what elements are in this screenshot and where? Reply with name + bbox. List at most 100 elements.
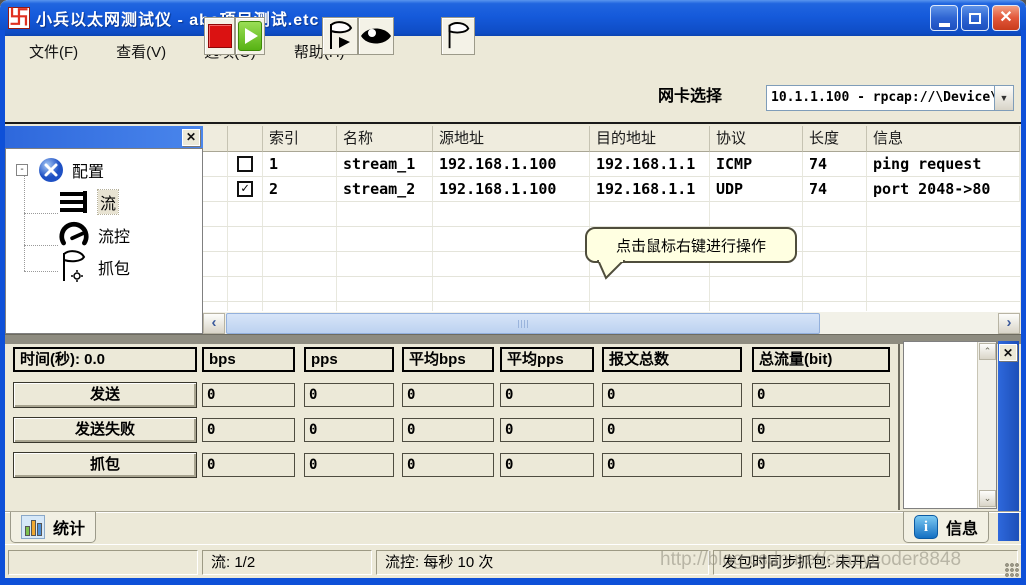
tree-node-flow-control[interactable]: 流控	[58, 221, 130, 248]
resize-grip[interactable]	[1005, 563, 1019, 577]
config-panel-titlebar: ✕	[5, 126, 203, 148]
menu-view[interactable]: 查看(V)	[106, 38, 176, 65]
col-header-index: 索引	[263, 126, 337, 152]
minimize-button[interactable]	[930, 5, 958, 31]
globe-tools-icon	[38, 157, 64, 183]
cell-index: 2	[263, 177, 337, 202]
cap-avg-pps: 0	[500, 453, 594, 477]
stats-col-total-bits: 总流量(bit)	[752, 347, 890, 372]
tree-connector	[24, 171, 25, 271]
cell-len: 74	[803, 152, 867, 177]
capture-start-button[interactable]	[322, 17, 358, 55]
tree-node-flow-control-label: 流控	[98, 223, 130, 247]
status-stream-count: 流: 1/2	[202, 550, 372, 575]
config-panel-close-button[interactable]: ✕	[182, 129, 200, 146]
bar-chart-icon	[21, 515, 45, 539]
fail-total-bits: 0	[752, 418, 890, 442]
tree-expand-icon[interactable]: -	[16, 164, 28, 176]
tab-info-label: 信息	[946, 515, 978, 539]
stats-col-bps: bps	[202, 347, 295, 372]
cell-name: stream_2	[337, 177, 433, 202]
info-icon: i	[914, 515, 938, 539]
scroll-right-button[interactable]: ›	[998, 313, 1020, 334]
maximize-button[interactable]	[961, 5, 989, 31]
statusbar: 流: 1/2 流控: 每秒 10 次 发包时同步抓包: 未开启	[5, 544, 1021, 578]
col-header-src: 源地址	[433, 126, 590, 152]
tooltip-tail	[597, 260, 627, 280]
tree-node-capture[interactable]: 抓包	[58, 249, 130, 285]
app-logo-icon: 卐	[8, 7, 30, 29]
thumb-grip	[518, 320, 528, 328]
send-row-button[interactable]: 发送	[13, 382, 197, 408]
maximize-icon	[969, 13, 981, 24]
scroll-up-button[interactable]: ⌃	[979, 343, 996, 360]
scroll-up-icon: ⌃	[984, 346, 992, 356]
col-header-dst: 目的地址	[590, 126, 710, 152]
table-row[interactable]: ✓ 2 stream_2 192.168.1.100 192.168.1.1 U…	[203, 177, 1020, 202]
combo-dropdown-button[interactable]: ▼	[994, 86, 1013, 110]
stats-col-avg-pps: 平均pps	[500, 347, 594, 372]
info-vscrollbar[interactable]: ⌃ ⌄	[977, 342, 996, 508]
fail-bps: 0	[202, 418, 295, 442]
fail-packet-total: 0	[602, 418, 742, 442]
send-total-bits: 0	[752, 383, 890, 407]
close-icon: ✕	[999, 10, 1012, 26]
menubar: 文件(F) 查看(V) 选项(O) 帮助(H)	[5, 36, 1021, 66]
stats-time-label: 时间(秒): 0.0	[13, 347, 197, 372]
stream-table: 索引 名称 源地址 目的地址 协议 长度 信息 1 stream_1 192.1…	[203, 126, 1020, 311]
col-header-name: 名称	[337, 126, 433, 152]
fail-avg-bps: 0	[402, 418, 494, 442]
stop-button[interactable]	[204, 17, 235, 55]
send-fail-row-button[interactable]: 发送失败	[13, 417, 197, 443]
cell-info: ping request	[867, 152, 1020, 177]
table-hscrollbar[interactable]: ‹ ›	[203, 311, 1020, 334]
eye-icon	[359, 24, 393, 48]
titlebar[interactable]: 卐 小兵以太网测试仪 - abc项目测试.etc	[0, 0, 1026, 36]
cell-info: port 2048->80	[867, 177, 1020, 202]
capture-button[interactable]	[441, 17, 475, 55]
close-button[interactable]: ✕	[992, 5, 1020, 31]
tree-node-config[interactable]: - 配置	[16, 157, 104, 183]
tab-statistics[interactable]: 统计	[10, 512, 96, 543]
tree-node-stream[interactable]: 流	[58, 189, 118, 215]
send-avg-bps: 0	[402, 383, 494, 407]
minimize-icon	[939, 23, 950, 27]
capture-row-button[interactable]: 抓包	[13, 452, 197, 478]
nic-select-value: 10.1.1.100 - rpcap://\Device\N	[767, 86, 994, 110]
cap-total-bits: 0	[752, 453, 890, 477]
col-header-blank	[203, 126, 228, 152]
menu-file[interactable]: 文件(F)	[19, 38, 88, 65]
stream-table-header: 索引 名称 源地址 目的地址 协议 长度 信息	[203, 126, 1020, 152]
status-segment-blank	[8, 550, 198, 575]
tab-info[interactable]: i 信息	[903, 512, 989, 543]
tree-connector	[24, 245, 58, 246]
view-button[interactable]	[358, 17, 394, 55]
config-tree-panel: - 配置 流 流控	[5, 148, 203, 334]
hscroll-thumb[interactable]	[226, 313, 820, 334]
start-icon	[238, 21, 262, 51]
scroll-down-button[interactable]: ⌄	[979, 490, 996, 507]
cell-name: stream_1	[337, 152, 433, 177]
col-header-len: 长度	[803, 126, 867, 152]
stats-col-pps: pps	[304, 347, 394, 372]
cell-src: 192.168.1.100	[433, 152, 590, 177]
window-title: 小兵以太网测试仪 - abc项目测试.etc	[36, 6, 319, 30]
scroll-right-icon: ›	[1007, 314, 1012, 332]
cell-proto: ICMP	[710, 152, 803, 177]
tree-connector	[24, 213, 58, 214]
tooltip-text: 点击鼠标右键进行操作	[616, 235, 766, 256]
horizontal-splitter[interactable]	[5, 334, 1021, 344]
info-panel-close-button[interactable]: ✕	[999, 344, 1017, 361]
status-flow-control: 流控: 每秒 10 次	[376, 550, 709, 575]
table-row[interactable]: 1 stream_1 192.168.1.100 192.168.1.1 ICM…	[203, 152, 1020, 177]
col-header-proto: 协议	[710, 126, 803, 152]
stream-2-checkbox[interactable]: ✓	[237, 181, 253, 197]
scroll-left-button[interactable]: ‹	[203, 313, 225, 334]
start-button[interactable]	[235, 17, 265, 55]
scroll-left-icon: ‹	[212, 314, 217, 332]
stream-1-checkbox[interactable]	[237, 156, 253, 172]
tab-statistics-label: 统计	[53, 515, 85, 539]
cap-pps: 0	[304, 453, 394, 477]
window-controls: ✕	[930, 5, 1020, 31]
nic-select-combobox[interactable]: 10.1.1.100 - rpcap://\Device\N ▼	[766, 85, 1014, 111]
